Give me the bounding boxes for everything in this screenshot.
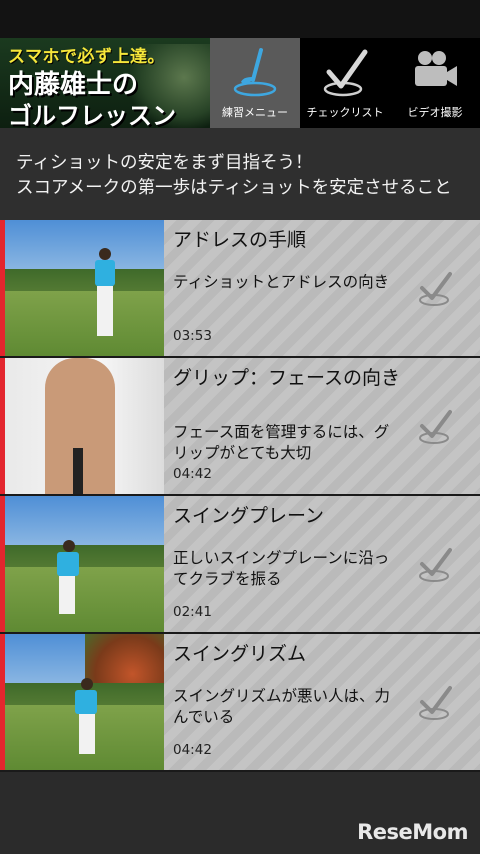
lesson-title: スイングプレーン xyxy=(173,505,325,527)
golf-club-icon xyxy=(227,46,283,98)
checkmark-icon[interactable] xyxy=(416,682,456,722)
lesson-title: スイングリズム xyxy=(173,643,307,665)
tab-practice-menu[interactable]: 練習メニュー xyxy=(210,38,300,128)
lesson-thumbnail xyxy=(5,496,164,632)
tab-video-recording[interactable]: ビデオ撮影 xyxy=(390,38,480,128)
intro-line: ティショットの安定をまず目指そう！ xyxy=(16,153,313,173)
app-banner-logo: スマホで必ず上達。 内藤雄士の ゴルフレッスン xyxy=(0,38,210,128)
checkmark-icon[interactable] xyxy=(416,544,456,584)
lesson-description: スイングリズムが悪い人は、力んでいる xyxy=(173,687,391,726)
checkmark-icon[interactable] xyxy=(416,268,456,308)
status-bar xyxy=(0,0,480,38)
lesson-duration: 02:41 xyxy=(173,604,212,620)
lesson-item[interactable]: グリップ：フェースの向き フェース面を管理するには、グリップがとても大切 04:… xyxy=(0,358,480,496)
watermark-logo: ReseMom xyxy=(357,820,468,844)
lesson-item[interactable]: アドレスの手順 ティショットとアドレスの向き 03:53 xyxy=(0,220,480,358)
checkmark-icon[interactable] xyxy=(416,406,456,446)
intro-line: スコアメークの第一歩はティショットを安定させること xyxy=(16,178,452,198)
lesson-thumbnail xyxy=(5,358,164,494)
app-header: スマホで必ず上達。 内藤雄士の ゴルフレッスン 練習メニュー チェックリスト ビ… xyxy=(0,38,480,128)
tab-label: チェックリスト xyxy=(306,106,384,119)
video-camera-icon xyxy=(407,46,463,98)
intro-text: ティショットの安定をまず目指そう！ スコアメークの第一歩はティショットを安定させ… xyxy=(0,128,480,220)
lesson-thumbnail xyxy=(5,220,164,356)
lesson-thumbnail xyxy=(5,634,164,770)
lesson-item[interactable]: スイングリズム スイングリズムが悪い人は、力んでいる 04:42 xyxy=(0,634,480,772)
lesson-list: アドレスの手順 ティショットとアドレスの向き 03:53 グリップ：フェースの向… xyxy=(0,220,480,772)
lesson-duration: 04:42 xyxy=(173,742,212,758)
lesson-duration: 04:42 xyxy=(173,466,212,482)
lesson-duration: 03:53 xyxy=(173,328,212,344)
lesson-description: ティショットとアドレスの向き xyxy=(173,273,390,291)
lesson-title: アドレスの手順 xyxy=(173,229,307,251)
tab-label: 練習メニュー xyxy=(222,106,288,119)
lesson-title: グリップ：フェースの向き xyxy=(173,367,401,389)
checkmark-icon xyxy=(317,46,373,98)
lesson-description: フェース面を管理するには、グリップがとても大切 xyxy=(173,423,390,462)
lesson-item[interactable]: スイングプレーン 正しいスイングプレーンに沿ってクラブを振る 02:41 xyxy=(0,496,480,634)
tab-checklist[interactable]: チェックリスト xyxy=(300,38,390,128)
banner-title: ゴルフレッスン xyxy=(8,102,176,128)
tab-label: ビデオ撮影 xyxy=(407,106,463,119)
lesson-description: 正しいスイングプレーンに沿ってクラブを振る xyxy=(173,549,390,588)
